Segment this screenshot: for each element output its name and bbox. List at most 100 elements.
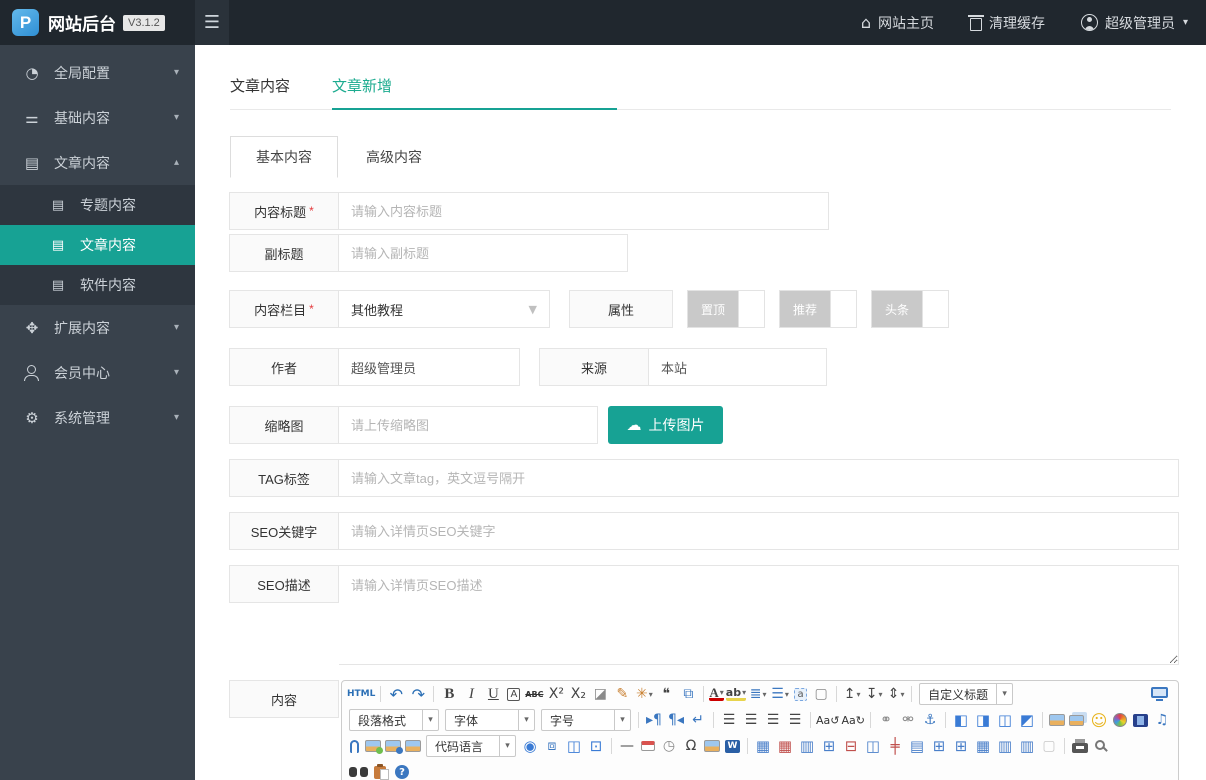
- sidebar-subitem-0[interactable]: ▤ 专题内容: [0, 185, 195, 225]
- sidebar-item-0[interactable]: ◔ 全局配置 ▾: [0, 50, 195, 95]
- nav-admin-menu[interactable]: 超级管理员 ▾: [1080, 13, 1188, 33]
- source-input[interactable]: [649, 348, 827, 386]
- emoticon-icon[interactable]: ☺: [1089, 710, 1109, 730]
- doc-disabled-icon[interactable]: ▢: [1039, 736, 1059, 756]
- seo-keywords-input[interactable]: [339, 512, 1179, 550]
- undo-icon[interactable]: ↶: [386, 684, 406, 704]
- superscript-icon[interactable]: X²: [546, 684, 566, 704]
- subtitle-input[interactable]: [339, 234, 628, 272]
- image-align-right-icon[interactable]: ◨: [973, 710, 993, 730]
- thumbnail-input[interactable]: [339, 406, 598, 444]
- insert-video-icon[interactable]: [1132, 713, 1148, 727]
- font-family-select[interactable]: 字体 ▾: [445, 709, 535, 731]
- map-insert-icon[interactable]: [385, 740, 403, 754]
- autotypeset-icon[interactable]: ✳ ▾: [634, 684, 654, 704]
- sidebar-item-2[interactable]: ▤ 文章内容 ▴: [0, 140, 195, 185]
- html-source-icon[interactable]: HTML: [347, 684, 375, 704]
- nav-site-home[interactable]: ⌂ 网站主页: [861, 13, 934, 33]
- col-add-icon[interactable]: ⊞: [951, 736, 971, 756]
- table-delete-icon[interactable]: ▦: [775, 736, 795, 756]
- ordered-list-icon[interactable]: ≣ ▾: [748, 684, 768, 704]
- cell-merge-icon[interactable]: ⊟: [841, 736, 861, 756]
- toggle-sticky[interactable]: 置顶: [687, 290, 765, 328]
- upload-image-button[interactable]: ☁ 上传图片: [608, 406, 723, 444]
- help-icon[interactable]: ?: [395, 765, 409, 779]
- sidebar-item-5[interactable]: ⚙ 系统管理 ▾: [0, 395, 195, 440]
- cell-split-icon[interactable]: ╪: [885, 736, 905, 756]
- align-right-icon[interactable]: ☰: [763, 710, 783, 730]
- case-rotate-right-icon[interactable]: Aa↻: [841, 710, 864, 730]
- insert-time-icon[interactable]: ◷: [659, 736, 679, 756]
- category-select[interactable]: 其他教程 ▼: [339, 290, 550, 328]
- insert-columns-icon[interactable]: ◫: [564, 736, 584, 756]
- tab-advanced-content[interactable]: 高级内容: [358, 136, 430, 178]
- select-all-icon[interactable]: a: [794, 687, 808, 701]
- code-app-icon[interactable]: ◉: [520, 736, 540, 756]
- fullscreen-icon[interactable]: [1151, 686, 1168, 701]
- case-rotate-left-icon[interactable]: Aa↺: [816, 710, 839, 730]
- sidebar-toggle-button[interactable]: ☰: [195, 0, 229, 45]
- redo-icon[interactable]: ↷: [408, 684, 428, 704]
- image-align-top-icon[interactable]: ◩: [1017, 710, 1037, 730]
- sidebar-subitem-2[interactable]: ▤ 软件内容: [0, 265, 195, 305]
- sidebar-subitem-1[interactable]: ▤ 文章内容: [0, 225, 195, 265]
- author-input[interactable]: [339, 348, 520, 386]
- toggle-headline[interactable]: 头条: [871, 290, 949, 328]
- table-insert-icon[interactable]: ▦: [753, 736, 773, 756]
- tags-input[interactable]: [339, 459, 1179, 497]
- subscript-icon[interactable]: X₂: [568, 684, 588, 704]
- table-grid-icon[interactable]: ▦: [973, 736, 993, 756]
- bold-icon[interactable]: B: [439, 684, 459, 704]
- unordered-list-icon[interactable]: ☰ ▾: [770, 684, 790, 704]
- toggle-recommend[interactable]: 推荐: [779, 290, 857, 328]
- paste-board-icon[interactable]: [374, 763, 389, 780]
- eraser-icon[interactable]: ◪: [590, 684, 610, 704]
- align-center-icon[interactable]: ☰: [741, 710, 761, 730]
- nav-clear-cache[interactable]: 清理缓存: [967, 13, 1045, 33]
- sidebar-item-1[interactable]: ⚌ 基础内容 ▾: [0, 95, 195, 140]
- custom-title-select[interactable]: 自定义标题 ▾: [919, 683, 1014, 705]
- palette-icon[interactable]: [1112, 713, 1127, 727]
- image-align-center-icon[interactable]: ◫: [995, 710, 1015, 730]
- outdent-icon[interactable]: ¶◂: [666, 710, 686, 730]
- tab-basic-content[interactable]: 基本内容: [230, 136, 338, 178]
- unlink-icon[interactable]: ⚮: [898, 710, 918, 730]
- format-brush-icon[interactable]: ✎: [612, 684, 632, 704]
- new-page-icon[interactable]: ▢: [811, 684, 831, 704]
- underline-icon[interactable]: U: [483, 684, 503, 704]
- seo-description-textarea[interactable]: [339, 565, 1179, 665]
- table-rows-icon[interactable]: ▥: [995, 736, 1015, 756]
- italic-icon[interactable]: I: [461, 684, 481, 704]
- special-char-icon[interactable]: Ω: [681, 736, 701, 756]
- image-align-left-icon[interactable]: ◧: [951, 710, 971, 730]
- font-border-icon[interactable]: A: [507, 687, 521, 701]
- paragraph-format-select[interactable]: 段落格式 ▾: [349, 709, 439, 731]
- paste-plain-icon[interactable]: ⧉: [678, 684, 698, 704]
- sidebar-item-3[interactable]: ✥ 扩展内容 ▾: [0, 305, 195, 350]
- print-icon[interactable]: [1072, 739, 1088, 753]
- row-insert-icon[interactable]: ⊞: [819, 736, 839, 756]
- attachment-icon[interactable]: [350, 739, 359, 753]
- col-insert-icon[interactable]: ◫: [863, 736, 883, 756]
- indent-icon[interactable]: ▸¶: [644, 710, 664, 730]
- tab-article-add[interactable]: 文章新增: [332, 75, 618, 110]
- table-style-icon[interactable]: ▤: [907, 736, 927, 756]
- paragraph-spacing-bottom-icon[interactable]: ↧ ▾: [864, 684, 884, 704]
- title-input[interactable]: [339, 192, 829, 230]
- image-link-icon[interactable]: [704, 740, 720, 752]
- insert-image-icon[interactable]: [1048, 714, 1065, 726]
- word-import-icon[interactable]: W: [725, 739, 740, 753]
- image-map-icon[interactable]: [365, 740, 383, 754]
- insert-link-icon[interactable]: ⚭: [876, 710, 896, 730]
- blockquote-icon[interactable]: ❝: [656, 684, 676, 704]
- font-size-select[interactable]: 字号 ▾: [541, 709, 631, 731]
- strikethrough-icon[interactable]: ABC: [524, 684, 544, 704]
- font-color-icon[interactable]: A ▾: [709, 686, 724, 701]
- table-header-icon[interactable]: ▥: [797, 736, 817, 756]
- paragraph-spacing-top-icon[interactable]: ↥ ▾: [842, 684, 862, 704]
- code-language-select[interactable]: 代码语言 ▾: [426, 735, 516, 757]
- highlight-color-icon[interactable]: ab ▾: [725, 687, 747, 701]
- find-replace-icon[interactable]: [349, 767, 368, 777]
- align-left-icon[interactable]: ☰: [719, 710, 739, 730]
- anchor-icon[interactable]: ⚓: [920, 710, 940, 730]
